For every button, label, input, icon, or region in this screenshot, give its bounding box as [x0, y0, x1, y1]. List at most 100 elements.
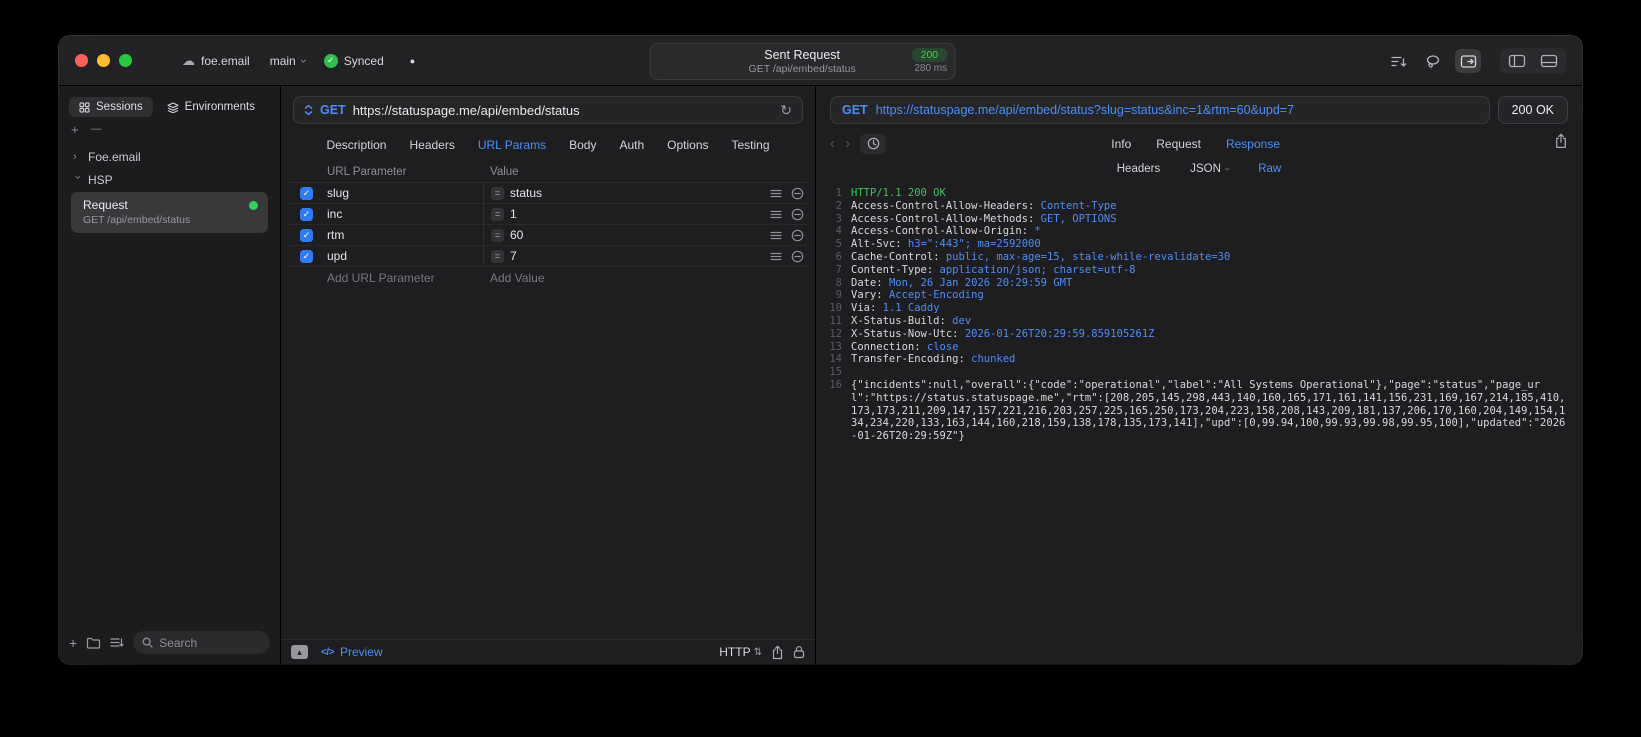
param-value[interactable]: status [510, 186, 764, 200]
tree-group-foe-email[interactable]: › Foe.email [67, 145, 272, 168]
remove-param-icon[interactable] [791, 250, 804, 263]
subtab-raw[interactable]: Raw [1258, 163, 1281, 175]
add-session-icon[interactable]: + [71, 122, 79, 137]
param-value-cell[interactable]: = status [483, 183, 807, 203]
history-forward-icon[interactable]: › [845, 135, 850, 152]
reorder-icon[interactable] [770, 210, 782, 219]
params-table: URL Parameter Value ✓ slug = status ✓ in… [281, 162, 815, 288]
code-icon: </> [321, 646, 334, 658]
new-folder-icon[interactable] [86, 637, 101, 649]
request-url-bar[interactable]: GET https://statuspage.me/api/embed/stat… [293, 96, 803, 124]
sort-filter-icon[interactable] [1385, 49, 1411, 73]
tab-request[interactable]: Request [1156, 137, 1201, 151]
preview-button[interactable]: </> Preview [321, 645, 383, 659]
remove-param-icon[interactable] [791, 229, 804, 242]
param-value-cell[interactable]: = 7 [483, 246, 807, 266]
history-back-icon[interactable]: ‹ [830, 135, 835, 152]
project-selector[interactable]: ☁ foe.email [182, 53, 250, 69]
status-code-badge: 200 [911, 48, 948, 62]
history-clock-icon[interactable] [860, 133, 886, 154]
reorder-icon[interactable] [770, 252, 782, 261]
widget-title: Sent Request [764, 47, 841, 62]
sidebar-tree: › Foe.email › HSP Request GET /api/embed… [59, 141, 280, 237]
subtab-json-label: JSON [1190, 163, 1221, 175]
lock-icon[interactable] [793, 645, 805, 659]
sidebar: Sessions Environments + — › Foe.email › … [59, 86, 281, 664]
zoom-window-button[interactable] [119, 54, 132, 67]
tab-environments[interactable]: Environments [157, 97, 265, 117]
request-panel-spacer [281, 288, 815, 639]
param-value[interactable]: 1 [510, 207, 764, 221]
tab-testing[interactable]: Testing [732, 138, 770, 152]
sort-list-icon[interactable] [110, 637, 124, 648]
param-value[interactable]: 7 [510, 249, 764, 263]
close-window-button[interactable] [75, 54, 88, 67]
remove-param-icon[interactable] [791, 187, 804, 200]
param-value-cell[interactable]: = 1 [483, 204, 807, 224]
tree-group-hsp[interactable]: › HSP [67, 168, 272, 191]
tab-headers[interactable]: Headers [409, 138, 454, 152]
tab-info[interactable]: Info [1111, 137, 1131, 151]
method-selector-icon[interactable] [304, 104, 313, 116]
code-line: Access-Control-Allow-HeadersContent-Type [816, 200, 1568, 213]
tab-response[interactable]: Response [1226, 137, 1280, 151]
param-checkbox[interactable]: ✓ [300, 228, 313, 242]
add-param-name-input[interactable]: Add URL Parameter [325, 271, 483, 285]
add-param-row: Add URL Parameter Add Value [289, 267, 807, 288]
lasso-icon[interactable] [1420, 49, 1446, 73]
search-input[interactable]: Search [133, 631, 270, 654]
subtab-headers[interactable]: Headers [1117, 163, 1160, 175]
reorder-icon[interactable] [770, 189, 782, 198]
response-url-bar[interactable]: GET https://statuspage.me/api/embed/stat… [830, 96, 1490, 124]
add-param-value-input[interactable]: Add Value [483, 267, 807, 288]
request-item-title: Request [83, 198, 128, 212]
request-url-input[interactable]: https://statuspage.me/api/embed/status [353, 103, 774, 118]
sidebar-item-request[interactable]: Request GET /api/embed/status [71, 192, 268, 233]
response-body-view[interactable]: HTTP/1.1 200 OK Access-Control-Allow-Hea… [816, 180, 1582, 664]
tab-url-params[interactable]: URL Params [478, 138, 546, 152]
subtab-format-dropdown[interactable]: JSON › [1190, 163, 1232, 175]
history-arrows: ‹ › [830, 135, 850, 152]
collapse-all-icon[interactable]: — [91, 123, 102, 138]
bottom-panel-toggle-icon[interactable] [1534, 50, 1564, 72]
resend-icon[interactable]: ↻ [780, 102, 792, 119]
tab-environments-label: Environments [184, 101, 255, 113]
share-request-icon[interactable] [771, 645, 784, 660]
panel-toggles [1500, 48, 1566, 74]
request-method[interactable]: GET [320, 103, 346, 117]
param-checkbox[interactable]: ✓ [300, 207, 313, 221]
layout-toggle-icon[interactable] [1455, 49, 1481, 73]
param-checkbox[interactable]: ✓ [300, 186, 313, 200]
equals-chip-icon: = [491, 207, 504, 221]
request-status-widget[interactable]: Sent Request GET /api/embed/status 200 2… [649, 43, 956, 80]
code-line: HTTP/1.1 200 OK [851, 187, 946, 199]
reorder-icon[interactable] [770, 231, 782, 240]
param-name[interactable]: slug [325, 186, 483, 200]
param-name[interactable]: inc [325, 207, 483, 221]
collapse-editor-icon[interactable]: ▴ [291, 645, 308, 659]
tab-auth[interactable]: Auth [619, 138, 644, 152]
cloud-icon: ☁ [182, 52, 195, 68]
protocol-selector[interactable]: HTTP ⇅ [719, 645, 762, 659]
request-footer: ▴ </> Preview HTTP ⇅ [281, 639, 815, 664]
remove-param-icon[interactable] [791, 208, 804, 221]
left-panel-toggle-icon[interactable] [1502, 50, 1532, 72]
response-nav: ‹ › Info Request Response [816, 129, 1582, 157]
param-checkbox[interactable]: ✓ [300, 249, 313, 263]
sync-status[interactable]: ✓ Synced [323, 53, 384, 68]
search-placeholder: Search [159, 635, 198, 650]
param-value-cell[interactable]: = 60 [483, 225, 807, 245]
tab-options[interactable]: Options [667, 138, 708, 152]
tab-sessions[interactable]: Sessions [69, 97, 153, 117]
param-name[interactable]: upd [325, 249, 483, 263]
branch-selector[interactable]: main › [270, 54, 311, 68]
tab-body[interactable]: Body [569, 138, 596, 152]
widget-subtitle: GET /api/embed/status [748, 62, 856, 75]
new-request-icon[interactable]: + [69, 635, 77, 651]
minimize-window-button[interactable] [97, 54, 110, 67]
params-table-header: URL Parameter Value [289, 162, 807, 183]
param-value[interactable]: 60 [510, 228, 764, 242]
tab-description[interactable]: Description [326, 138, 386, 152]
param-name[interactable]: rtm [325, 228, 483, 242]
share-response-icon[interactable] [1554, 133, 1568, 149]
